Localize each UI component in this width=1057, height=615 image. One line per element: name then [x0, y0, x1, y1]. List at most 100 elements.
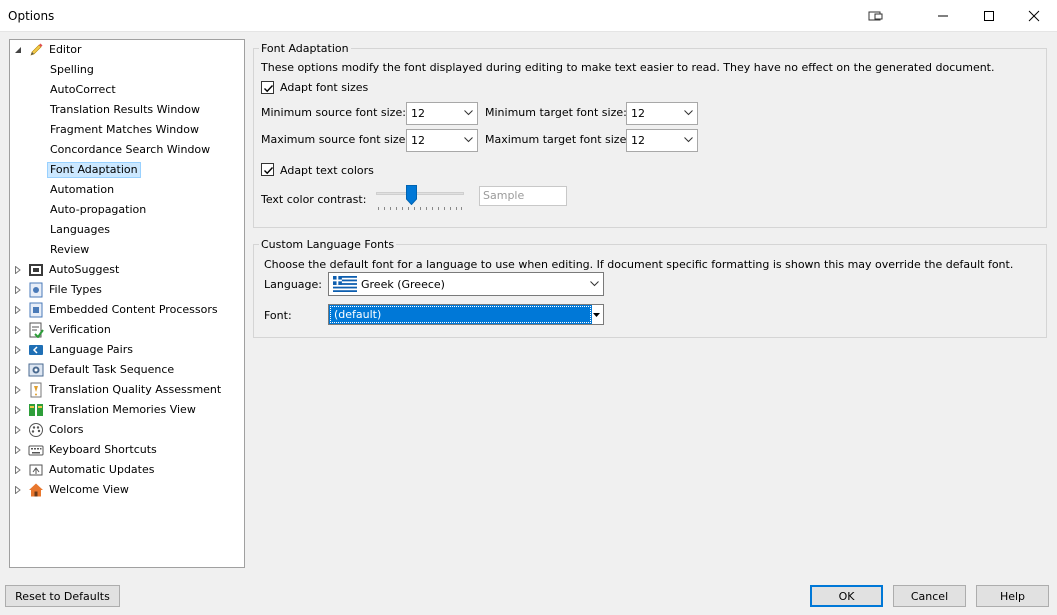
- tree-node-autosuggest[interactable]: AutoSuggest: [14, 260, 122, 280]
- cancel-button[interactable]: Cancel: [893, 585, 966, 607]
- expand-arrow-icon[interactable]: [14, 446, 22, 454]
- ok-button[interactable]: OK: [810, 585, 883, 607]
- tree-node-default-task-sequence[interactable]: Default Task Sequence: [14, 360, 177, 380]
- tree-node-label: Font Adaptation: [47, 162, 141, 178]
- select-value: 12: [411, 107, 425, 120]
- tree-node-language-pairs[interactable]: Language Pairs: [14, 340, 136, 360]
- tree-node-label: Translation Results Window: [50, 103, 201, 116]
- restore-window-icon[interactable]: [853, 0, 899, 32]
- min-target-label: Minimum target font size:: [485, 106, 627, 119]
- tree-node-label: Verification: [49, 323, 111, 336]
- tree-node-label: Languages: [50, 223, 111, 236]
- tree-node-label: Translation Memories View: [49, 403, 196, 416]
- greece-flag-icon: [333, 276, 357, 292]
- expand-arrow-icon[interactable]: [14, 406, 22, 414]
- pencil-icon: [30, 43, 43, 56]
- tree-node-editor-child[interactable]: Fragment Matches Window: [47, 120, 202, 140]
- expand-arrow-icon[interactable]: [14, 466, 22, 474]
- contrast-slider-thumb[interactable]: [405, 185, 417, 205]
- expand-arrow-icon[interactable]: [14, 386, 22, 394]
- font-label: Font:: [264, 309, 292, 322]
- help-button[interactable]: Help: [976, 585, 1049, 607]
- tree-node-translation-quality-assessment[interactable]: Translation Quality Assessment: [14, 380, 224, 400]
- max-target-label: Maximum target font size:: [485, 133, 631, 146]
- language-value: Greek (Greece): [361, 277, 445, 291]
- tree-node-translation-memories-view[interactable]: Translation Memories View: [14, 400, 199, 420]
- tree-node-embedded-content-processors[interactable]: Embedded Content Processors: [14, 300, 221, 320]
- contrast-slider-track[interactable]: [376, 192, 464, 195]
- tree-node-label: Automatic Updates: [49, 463, 155, 476]
- tree-node-editor-child[interactable]: AutoCorrect: [47, 80, 119, 100]
- task-sequence-icon: [28, 363, 44, 377]
- expand-arrow-icon[interactable]: [14, 366, 22, 374]
- chevron-down-icon: [684, 110, 693, 116]
- tree-node-editor[interactable]: Editor: [14, 40, 85, 60]
- min-source-size-select[interactable]: 12: [406, 102, 478, 125]
- collapse-arrow-icon[interactable]: [14, 46, 22, 54]
- tree-node-colors[interactable]: Colors: [14, 420, 86, 440]
- chevron-down-icon: [590, 281, 599, 287]
- tree-node-editor-child[interactable]: Font Adaptation: [47, 160, 141, 180]
- select-value: 12: [411, 134, 425, 147]
- tree-node-label: Colors: [49, 423, 84, 436]
- maximize-button[interactable]: [966, 0, 1012, 32]
- file-types-icon: [29, 282, 43, 298]
- minimize-button[interactable]: [920, 0, 966, 32]
- options-tree[interactable]: Editor Spelling AutoCorrect Translation Re…: [9, 39, 245, 568]
- tree-node-label: Language Pairs: [49, 343, 133, 356]
- language-pairs-icon: [29, 345, 43, 355]
- language-select[interactable]: Greek (Greece): [328, 272, 604, 296]
- tree-node-label: Concordance Search Window: [50, 143, 211, 156]
- select-value: 12: [631, 107, 645, 120]
- expand-arrow-icon[interactable]: [14, 346, 22, 354]
- tree-node-editor-child[interactable]: Automation: [47, 180, 117, 200]
- expand-arrow-icon[interactable]: [14, 426, 22, 434]
- tree-node-editor-child[interactable]: Review: [47, 240, 92, 260]
- adapt-text-colors-checkbox[interactable]: [261, 163, 274, 176]
- reset-to-defaults-button[interactable]: Reset to Defaults: [5, 585, 120, 607]
- tree-node-editor-child[interactable]: Languages: [47, 220, 113, 240]
- tree-node-label: Default Task Sequence: [49, 363, 175, 376]
- tree-node-welcome-view[interactable]: Welcome View: [14, 480, 132, 500]
- tree-node-verification[interactable]: Verification: [14, 320, 114, 340]
- font-select[interactable]: (default): [328, 304, 604, 325]
- tree-node-editor-child[interactable]: Concordance Search Window: [47, 140, 213, 160]
- tree-node-label: File Types: [49, 283, 102, 296]
- select-value: 12: [631, 134, 645, 147]
- tree-node-editor-child[interactable]: Spelling: [47, 60, 97, 80]
- dropdown-arrow-icon: [593, 313, 600, 317]
- chevron-down-icon: [464, 110, 473, 116]
- expand-arrow-icon[interactable]: [14, 306, 22, 314]
- window-title: Options: [8, 9, 55, 23]
- language-label: Language:: [264, 278, 322, 291]
- quality-assessment-icon: [30, 382, 42, 398]
- max-source-label: Maximum source font size:: [261, 133, 410, 146]
- expand-arrow-icon[interactable]: [14, 326, 22, 334]
- tree-node-keyboard-shortcuts[interactable]: Keyboard Shortcuts: [14, 440, 160, 460]
- close-button[interactable]: [1011, 0, 1057, 32]
- tree-node-automatic-updates[interactable]: Automatic Updates: [14, 460, 157, 480]
- chevron-down-icon: [464, 137, 473, 143]
- expand-arrow-icon[interactable]: [14, 266, 22, 274]
- expand-arrow-icon[interactable]: [14, 486, 22, 494]
- chevron-down-icon: [684, 137, 693, 143]
- palette-icon: [29, 423, 43, 437]
- font-adaptation-description: These options modify the font displayed …: [261, 61, 995, 74]
- updates-icon: [29, 464, 43, 476]
- tree-node-editor-child[interactable]: Auto-propagation: [47, 200, 149, 220]
- expand-arrow-icon[interactable]: [14, 286, 22, 294]
- max-source-size-select[interactable]: 12: [406, 129, 478, 152]
- sample-field: Sample: [479, 186, 567, 206]
- slider-ticks: [378, 207, 462, 210]
- max-target-size-select[interactable]: 12: [626, 129, 698, 152]
- min-source-label: Minimum source font size:: [261, 106, 406, 119]
- adapt-font-sizes-checkbox[interactable]: [261, 81, 274, 94]
- tree-node-label: Automation: [50, 183, 115, 196]
- tree-node-label: Embedded Content Processors: [49, 303, 218, 316]
- tree-node-label: Welcome View: [49, 483, 129, 496]
- custom-language-fonts-title: Custom Language Fonts: [259, 238, 397, 251]
- tree-node-label: Review: [50, 243, 90, 256]
- tree-node-file-types[interactable]: File Types: [14, 280, 105, 300]
- min-target-size-select[interactable]: 12: [626, 102, 698, 125]
- tree-node-editor-child[interactable]: Translation Results Window: [47, 100, 203, 120]
